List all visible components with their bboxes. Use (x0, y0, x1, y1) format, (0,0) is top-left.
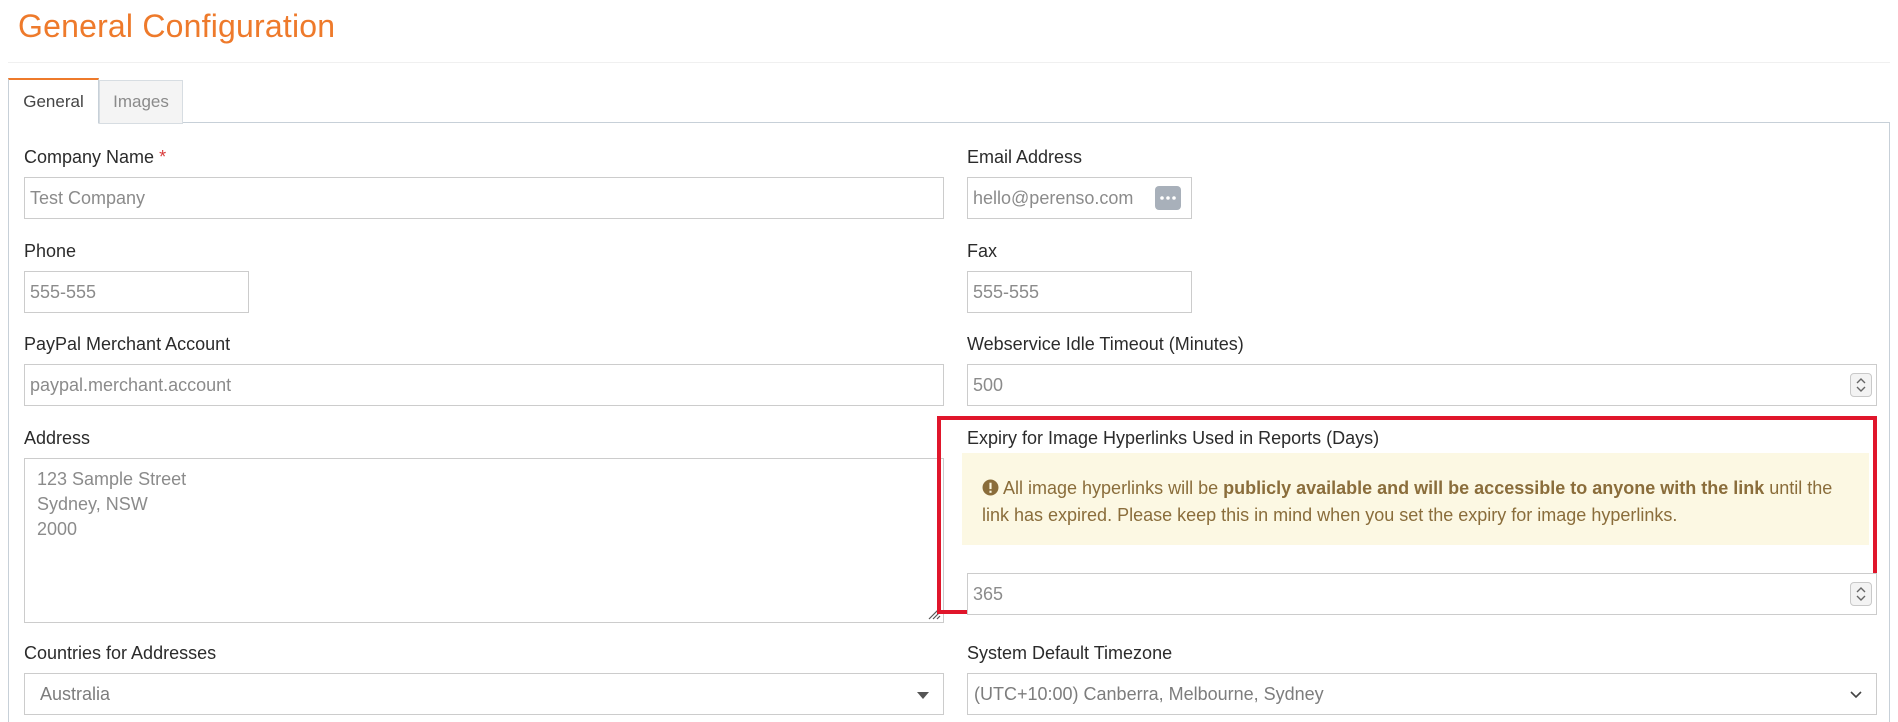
phone-input[interactable]: 555-555 (24, 271, 249, 313)
address-line-3: 2000 (37, 519, 78, 539)
spinner-icon[interactable] (1850, 582, 1872, 606)
image-expiry-input[interactable]: 365 (967, 573, 1877, 615)
more-dots-icon[interactable] (1155, 186, 1181, 210)
warning-text-bold: publicly available and will be accessibl… (1223, 478, 1765, 498)
phone-value: 555-555 (30, 281, 97, 302)
tab-images[interactable]: Images (99, 80, 183, 124)
paypal-input[interactable]: paypal.merchant.account (24, 364, 944, 406)
public-link-warning: All image hyperlinks will be publicly av… (962, 453, 1869, 545)
webservice-timeout-input[interactable]: 500 (967, 364, 1877, 406)
caret-down-icon (917, 692, 929, 699)
countries-label: Countries for Addresses (24, 643, 217, 663)
countries-value: Australia (40, 683, 111, 704)
company-name-label-text: Company Name (24, 147, 155, 167)
fax-input[interactable]: 555-555 (967, 271, 1192, 313)
webservice-timeout-value: 500 (973, 374, 1004, 395)
timezone-select[interactable]: (UTC+10:00) Canberra, Melbourne, Sydney (967, 673, 1877, 715)
address-textarea[interactable]: 123 Sample Street Sydney, NSW 2000 (24, 458, 944, 623)
image-expiry-value: 365 (973, 583, 1004, 604)
chevron-down-icon (1850, 691, 1862, 699)
timezone-value: (UTC+10:00) Canberra, Melbourne, Sydney (974, 683, 1324, 704)
tab-bar: General Images (8, 78, 1890, 124)
email-value: hello@perenso.com (973, 187, 1134, 208)
phone-label: Phone (24, 241, 77, 261)
title-divider (8, 62, 1890, 63)
webservice-timeout-label: Webservice Idle Timeout (Minutes) (967, 334, 1244, 354)
fax-label: Fax (967, 241, 998, 261)
required-marker: * (159, 147, 167, 167)
image-expiry-label: Expiry for Image Hyperlinks Used in Repo… (967, 428, 1380, 448)
address-label: Address (24, 428, 91, 448)
tab-general[interactable]: General (8, 78, 99, 124)
page-title: General Configuration (18, 8, 336, 44)
company-name-value: Test Company (30, 187, 146, 208)
timezone-label: System Default Timezone (967, 643, 1173, 663)
warning-text-pre: All image hyperlinks will be (1003, 478, 1224, 498)
address-line-2: Sydney, NSW (37, 494, 148, 514)
address-line-1: 123 Sample Street (37, 469, 187, 489)
exclamation-circle-icon (982, 479, 999, 496)
company-name-input[interactable]: Test Company (24, 177, 944, 219)
fax-value: 555-555 (973, 281, 1040, 302)
paypal-value: paypal.merchant.account (30, 374, 232, 395)
paypal-label: PayPal Merchant Account (24, 334, 231, 354)
email-label: Email Address (967, 147, 1083, 167)
countries-select[interactable]: Australia (24, 673, 944, 715)
spinner-icon[interactable] (1850, 373, 1872, 397)
company-name-label: Company Name * (24, 147, 166, 168)
email-input[interactable]: hello@perenso.com (967, 177, 1192, 219)
